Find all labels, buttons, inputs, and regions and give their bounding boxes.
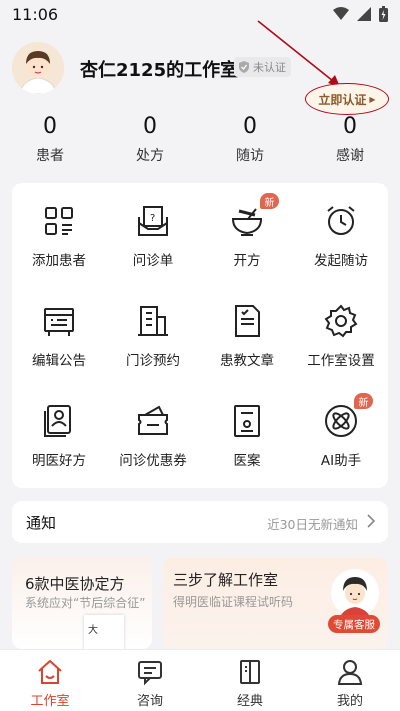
grid-item-announcement[interactable]: 编辑公告 <box>12 283 106 383</box>
nav-label: 咨询 <box>136 694 163 709</box>
nav-label: 经典 <box>236 694 263 709</box>
book-cover: 大 <box>84 615 124 649</box>
stat-value: 0 <box>143 114 157 139</box>
promo-card-studio-guide[interactable]: 三步了解工作室 得明医临证课程试听码 专属客服 <box>163 557 388 649</box>
promo-card-formulas[interactable]: 6款中医协定方 系统应对“节后综合征” 大 <box>12 557 152 649</box>
grid-item-medical-case[interactable]: 医案 <box>200 383 294 483</box>
announcement-icon <box>44 308 74 336</box>
promo-subtitle: 得明医临证课程试听码 <box>173 595 294 609</box>
promo-subtitle: 系统应对“节后综合征” <box>25 596 146 610</box>
verify-now-label: 立即认证 <box>318 92 367 107</box>
grid-item-label: 问诊单 <box>132 253 174 269</box>
stat-label: 处方 <box>136 148 164 164</box>
function-grid: 添加患者 ? 问诊单 新 开方 发起随访 编辑公告 门诊预约 患教文章 工作室设… <box>12 183 388 488</box>
nav-tab-consult[interactable]: 咨询 <box>100 650 200 711</box>
promo-title: 三步了解工作室 <box>173 571 279 589</box>
nav-label: 我的 <box>336 694 363 709</box>
building-icon <box>138 306 168 336</box>
coupon-icon <box>138 405 168 435</box>
signal-icon <box>357 7 371 21</box>
battery-icon <box>379 6 388 22</box>
grid-item-follow-up[interactable]: 发起随访 <box>294 183 388 283</box>
avatar[interactable] <box>12 42 64 94</box>
notice-status: 近30日无新通知 <box>267 517 358 532</box>
case-file-icon <box>234 405 260 437</box>
svg-text:?: ? <box>150 213 155 224</box>
book-icon <box>240 660 260 684</box>
scan-icon <box>45 207 73 235</box>
stat-value: 0 <box>343 114 357 139</box>
stat-patients[interactable]: 0 患者 <box>10 114 90 165</box>
person-icon <box>337 660 363 685</box>
notice-bar[interactable]: 通知 近30日无新通知 <box>12 501 388 543</box>
nav-tab-classics[interactable]: 经典 <box>200 650 300 711</box>
grid-item-label: 添加患者 <box>32 253 86 269</box>
notice-title: 通知 <box>26 514 57 532</box>
grid-item-inquiry-form[interactable]: ? 问诊单 <box>106 183 200 283</box>
alarm-clock-icon <box>327 206 355 235</box>
nav-tab-mine[interactable]: 我的 <box>300 650 400 711</box>
grid-item-label: 患教文章 <box>220 353 274 369</box>
grid-item-label: 发起随访 <box>314 253 368 269</box>
grid-item-education-article[interactable]: 患教文章 <box>200 283 294 383</box>
stat-label: 患者 <box>36 148 64 164</box>
bottom-nav: 工作室 咨询 经典 我的 <box>0 649 400 711</box>
grid-item-label: 明医好方 <box>32 453 86 469</box>
grid-item-prescribe[interactable]: 新 开方 <box>200 183 294 283</box>
grid-item-label: 开方 <box>233 253 261 269</box>
grid-item-add-patient[interactable]: 添加患者 <box>12 183 106 283</box>
nav-tab-studio[interactable]: 工作室 <box>0 650 100 711</box>
gear-icon <box>324 304 358 338</box>
grid-item-coupon[interactable]: 问诊优惠券 <box>106 383 200 483</box>
exclusive-service-label: 专属客服 <box>328 615 380 633</box>
grid-item-outpatient-booking[interactable]: 门诊预约 <box>106 283 200 383</box>
new-badge: 新 <box>354 393 373 409</box>
nav-label: 工作室 <box>30 694 70 709</box>
stat-value: 0 <box>243 114 257 139</box>
inquiry-form-icon: ? <box>138 206 168 236</box>
article-icon <box>235 305 260 337</box>
verify-now-button[interactable]: 立即认证 ▶ <box>305 83 389 115</box>
triangle-right-icon: ▶ <box>369 94 376 104</box>
grid-item-label: AI助手 <box>320 453 362 469</box>
new-badge: 新 <box>260 193 279 209</box>
promo-title: 6款中医协定方 <box>25 575 125 593</box>
grid-item-ai-assistant[interactable]: 新 AI助手 <box>294 383 388 483</box>
grid-item-label: 工作室设置 <box>307 353 375 369</box>
chat-icon <box>138 661 162 686</box>
house-icon <box>38 659 62 684</box>
status-time: 11:06 <box>12 5 59 24</box>
doctor-card-icon <box>44 405 71 437</box>
shield-check-icon <box>239 61 249 73</box>
stat-thanks[interactable]: 0 感谢 <box>310 114 390 165</box>
stat-value: 0 <box>43 114 57 139</box>
grid-item-label: 问诊优惠券 <box>119 453 187 469</box>
grid-item-studio-settings[interactable]: 工作室设置 <box>294 283 388 383</box>
grid-item-label: 门诊预约 <box>126 353 180 369</box>
grid-item-label: 医案 <box>233 453 261 469</box>
grid-item-label: 编辑公告 <box>32 353 86 369</box>
stat-label: 随访 <box>236 148 264 164</box>
chevron-right-icon <box>367 514 376 528</box>
studio-name: 杏仁2125的工作室 <box>80 60 239 81</box>
stat-label: 感谢 <box>336 148 364 164</box>
grid-item-good-prescriptions[interactable]: 明医好方 <box>12 383 106 483</box>
stat-prescriptions[interactable]: 0 处方 <box>110 114 190 165</box>
stat-followups[interactable]: 0 随访 <box>210 114 290 165</box>
